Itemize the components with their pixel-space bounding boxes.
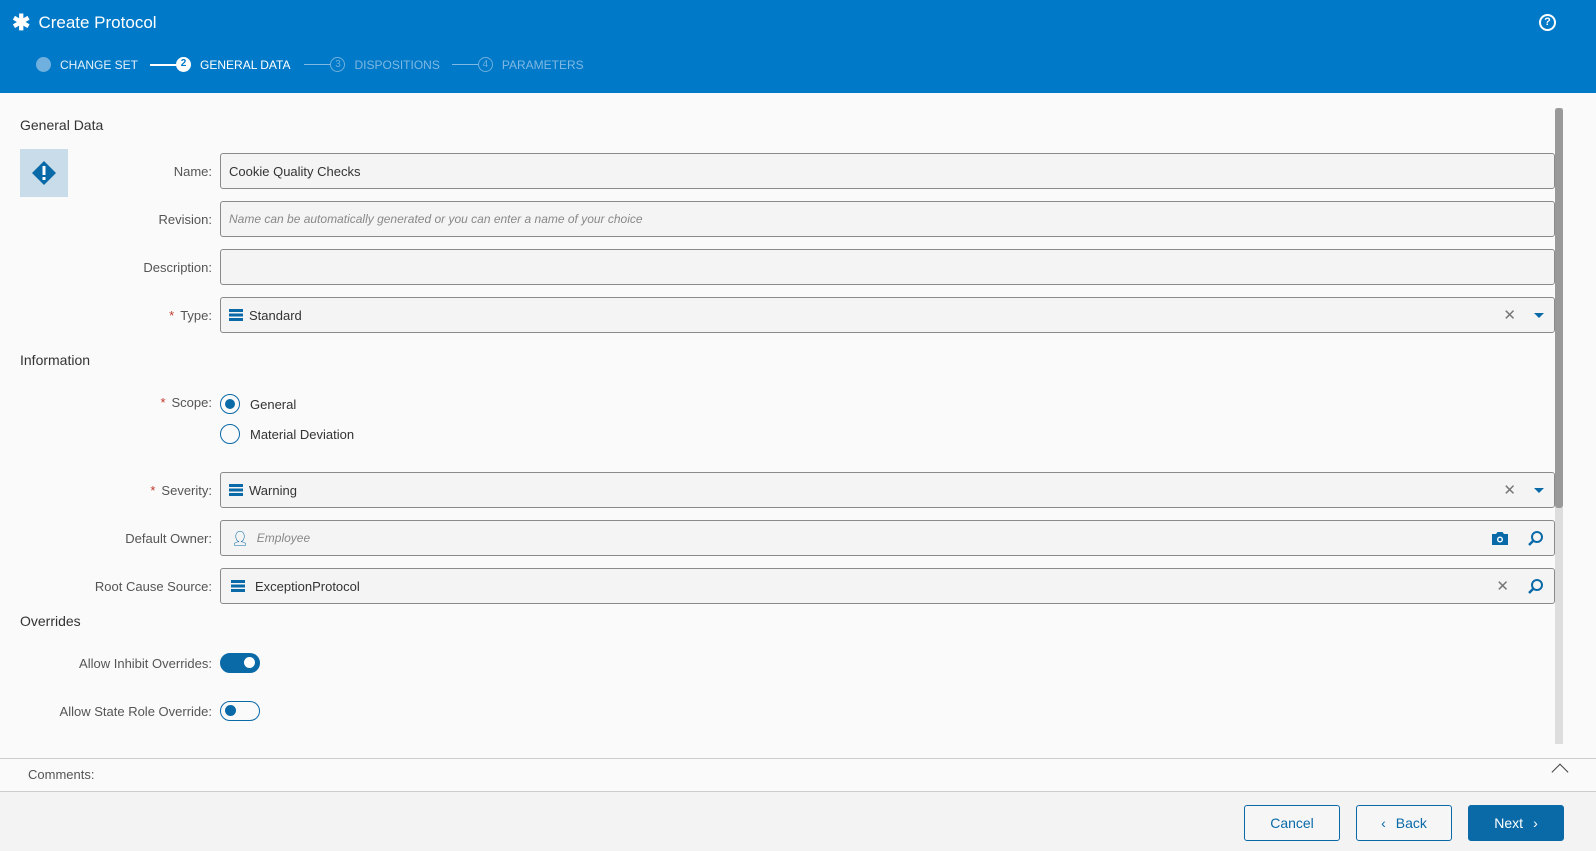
step-connector: [451, 64, 478, 65]
description-input[interactable]: [220, 249, 1555, 285]
scrollbar[interactable]: [1555, 108, 1563, 744]
clear-icon[interactable]: ✕: [1496, 577, 1509, 595]
step-connector: [304, 64, 331, 65]
list-icon: [229, 309, 243, 321]
section-information: Information: [20, 352, 91, 368]
protocol-icon[interactable]: [20, 149, 68, 197]
wizard-steps: 1 CHANGE SET 2 GENERAL DATA 3 DISPOSITIONS …: [36, 57, 584, 72]
next-label: Next: [1494, 815, 1524, 831]
next-button[interactable]: Next ›: [1468, 805, 1564, 841]
step-general-data[interactable]: 2 GENERAL DATA: [176, 57, 290, 72]
scope-radio-material-deviation[interactable]: Material Deviation: [220, 424, 354, 444]
dialog-title: ✱ Create Protocol: [12, 10, 157, 36]
list-icon: [229, 484, 243, 496]
back-button[interactable]: ‹ Back: [1356, 805, 1452, 841]
name-label: Name:: [173, 164, 212, 179]
allow-inhibit-toggle[interactable]: [220, 653, 260, 673]
type-label: * Type:: [169, 308, 212, 323]
person-icon: 👤︎: [231, 529, 249, 546]
description-label: Description:: [143, 260, 212, 275]
type-dropdown[interactable]: Standard ✕: [220, 297, 1555, 333]
root-cause-input[interactable]: ExceptionProtocol ✕: [220, 568, 1555, 604]
cancel-label: Cancel: [1270, 815, 1314, 831]
step-label: PARAMETERS: [501, 57, 584, 72]
scope-label: * Scope:: [160, 395, 212, 410]
step-dispositions: 3 DISPOSITIONS: [330, 57, 440, 72]
comments-label[interactable]: Comments:: [28, 767, 94, 782]
severity-value: Warning: [249, 482, 297, 498]
cancel-button[interactable]: Cancel: [1244, 805, 1340, 841]
radio-label: General: [250, 396, 297, 412]
type-value: Standard: [249, 307, 302, 323]
search-icon[interactable]: [1527, 578, 1544, 595]
allow-state-role-label: Allow State Role Override:: [59, 704, 212, 719]
scope-label-text: Scope:: [171, 395, 212, 410]
severity-label-text: Severity:: [161, 483, 212, 498]
required-marker: *: [150, 483, 156, 498]
chevron-down-icon[interactable]: [1534, 487, 1544, 493]
title-text: Create Protocol: [38, 13, 157, 32]
clear-icon[interactable]: ✕: [1503, 481, 1516, 499]
default-owner-label: Default Owner:: [125, 531, 212, 546]
radio-label: Material Deviation: [250, 426, 355, 442]
warning-diamond-icon: [32, 161, 56, 185]
camera-icon[interactable]: [1491, 531, 1509, 546]
root-cause-value: ExceptionProtocol: [255, 578, 360, 594]
severity-label: * Severity:: [150, 483, 212, 498]
name-value: Cookie Quality Checks: [229, 163, 361, 179]
chevron-up-icon[interactable]: [1551, 763, 1569, 781]
radio-unchecked[interactable]: [220, 424, 240, 444]
allow-state-role-toggle[interactable]: [220, 701, 260, 721]
owner-placeholder: Employee: [256, 531, 311, 545]
revision-label: Revision:: [158, 212, 212, 227]
back-label: Back: [1395, 815, 1427, 831]
step-label: GENERAL DATA: [200, 57, 291, 72]
chevron-left-icon: ‹: [1381, 815, 1386, 831]
step-number: 2: [176, 57, 192, 72]
clear-icon[interactable]: ✕: [1503, 306, 1516, 324]
severity-dropdown[interactable]: Warning ✕: [220, 472, 1555, 508]
required-marker: *: [169, 308, 175, 323]
header: ✱ Create Protocol ? 1 CHANGE SET 2 GENERAL …: [0, 0, 1596, 93]
chevron-down-icon[interactable]: [1534, 312, 1544, 318]
section-general-data: General Data: [20, 117, 104, 133]
list-icon: [231, 580, 245, 592]
type-label-text: Type:: [180, 308, 212, 323]
step-change-set[interactable]: 1 CHANGE SET: [36, 57, 138, 72]
name-input[interactable]: Cookie Quality Checks: [220, 153, 1555, 189]
revision-placeholder: Name can be automatically generated or y…: [229, 212, 643, 226]
step-label: DISPOSITIONS: [354, 57, 440, 72]
revision-input[interactable]: Name can be automatically generated or y…: [220, 201, 1555, 237]
allow-inhibit-label: Allow Inhibit Overrides:: [79, 656, 212, 671]
asterisk-icon: ✱: [12, 10, 31, 35]
scope-radio-general[interactable]: General: [220, 394, 296, 414]
step-number: 1: [36, 57, 51, 72]
step-number: 4: [477, 57, 493, 72]
step-label: CHANGE SET: [60, 57, 139, 72]
section-overrides: Overrides: [20, 613, 81, 629]
step-connector: [150, 63, 177, 66]
search-icon[interactable]: [1527, 530, 1544, 547]
scrollbar-thumb[interactable]: [1555, 108, 1563, 508]
default-owner-input[interactable]: 👤︎ Employee: [220, 520, 1555, 556]
chevron-right-icon: ›: [1533, 815, 1538, 831]
required-marker: *: [160, 395, 166, 410]
step-parameters: 4 PARAMETERS: [477, 57, 584, 72]
step-number: 3: [330, 57, 346, 72]
divider: [0, 758, 1596, 759]
root-cause-label: Root Cause Source:: [94, 579, 212, 594]
help-icon[interactable]: ?: [1539, 14, 1556, 31]
radio-checked[interactable]: [220, 394, 240, 414]
